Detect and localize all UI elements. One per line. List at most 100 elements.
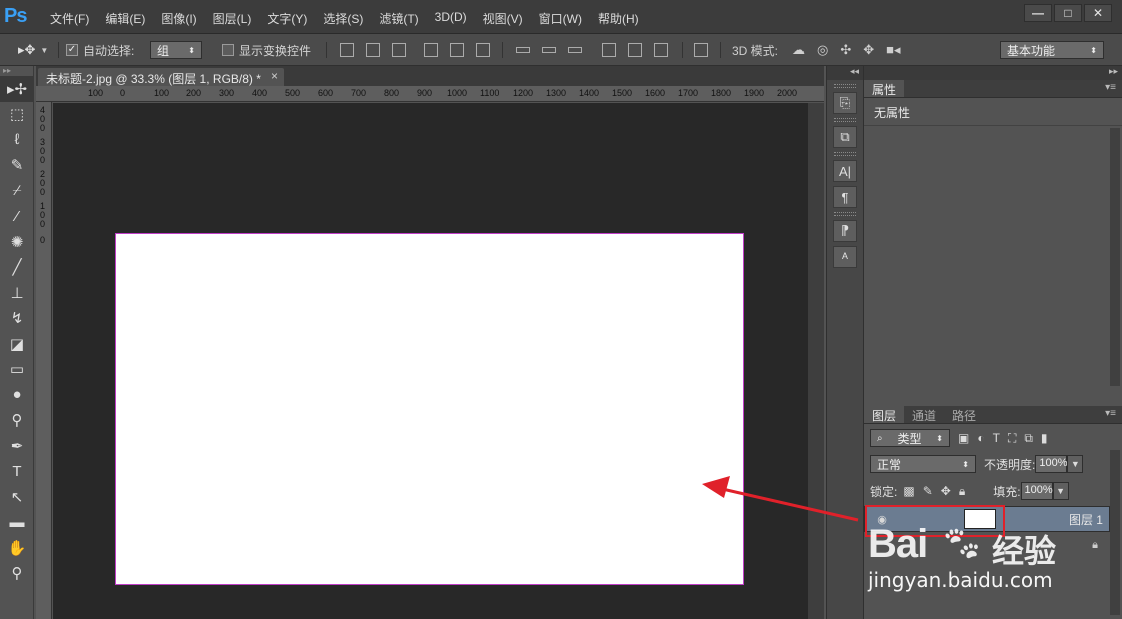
align-right-icon[interactable] [476,43,490,57]
history-brush-tool-icon[interactable]: ↯ [0,306,34,332]
filter-type-icon[interactable]: T [993,431,1000,445]
vertical-ruler[interactable]: 400 300 200 100 0 [36,102,52,619]
minimize-button[interactable]: — [1024,4,1052,22]
distribute-vcenter-icon[interactable] [542,47,556,53]
close-tab-icon[interactable]: × [271,69,278,83]
auto-align-icon[interactable] [694,43,708,57]
maximize-button[interactable]: □ [1054,4,1082,22]
distribute-left-icon[interactable] [602,43,616,57]
dock-grip[interactable] [834,118,856,122]
menu-layer[interactable]: 图层(L) [205,10,260,27]
distribute-hcenter-icon[interactable] [628,43,642,57]
distribute-bottom-icon[interactable] [568,47,582,53]
align-bottom-icon[interactable] [392,43,406,57]
menu-image[interactable]: 图像(I) [153,10,204,27]
panel-menu-icon[interactable]: ▾≡ [1105,408,1116,419]
align-left-icon[interactable] [424,43,438,57]
document-canvas[interactable] [115,233,744,585]
dock-grip[interactable] [834,212,856,216]
close-button[interactable]: ✕ [1084,4,1112,22]
eraser-tool-icon[interactable]: ◪ [0,331,34,357]
3d-scale-icon[interactable]: ■◂ [886,42,900,58]
menu-type[interactable]: 文字(Y) [259,10,315,27]
auto-select-checkbox[interactable]: ✓ 自动选择: [66,41,134,59]
auto-select-dropdown[interactable]: 组 ⬍ [150,41,202,59]
move-tool-preset[interactable]: ▸✥ ▼ [18,41,48,59]
eyedropper-tool-icon[interactable]: ⁄ [0,204,34,230]
lock-transparency-icon[interactable]: ▩ [903,484,914,498]
menu-3d[interactable]: 3D(D) [427,10,475,27]
type-tool-icon[interactable]: T [0,459,34,485]
paragraph-styles-icon[interactable]: ⁋ [833,220,857,242]
layer-name[interactable]: 图层 1 [1069,511,1103,528]
filter-pixel-icon[interactable]: ▣ [958,431,969,445]
marquee-tool-icon[interactable]: ⬚ [0,102,34,128]
filter-adjustment-icon[interactable]: ◐ [977,431,984,445]
lock-pixels-icon[interactable]: ✎ [923,484,933,498]
dock-grip[interactable] [834,152,856,156]
layer-row[interactable]: 🔒︎ [864,532,1110,558]
layers-scrollbar[interactable] [1110,450,1120,615]
properties-panel-icon[interactable]: ⧉ [833,126,857,148]
collapse-icon[interactable]: ◂◂ [827,66,863,80]
character-panel-icon[interactable]: A| [833,160,857,182]
layer-row[interactable]: ◉ 图层 1 [864,506,1110,532]
tab-paths[interactable]: 路径 [944,406,984,423]
3d-slide-icon[interactable]: ✥ [863,42,874,58]
visibility-eye-icon[interactable]: ◉ [871,513,893,526]
tab-properties[interactable]: 属性 [864,80,905,97]
workspace-dropdown[interactable]: 基本功能 ⬍ [1000,41,1104,59]
menu-filter[interactable]: 滤镜(T) [371,10,426,27]
collapse-icon[interactable]: ▸▸ [0,66,33,76]
canvas-scrollbar[interactable] [808,103,824,619]
lock-position-icon[interactable]: ✥ [941,484,951,498]
history-panel-icon[interactable]: ⎘ [833,92,857,114]
3d-rotate-icon[interactable]: ☁ [792,42,805,58]
panel-menu-icon[interactable]: ▾≡ [1105,82,1116,93]
shape-tool-icon[interactable]: ▬ [0,510,34,536]
align-hcenter-icon[interactable] [450,43,464,57]
quick-select-tool-icon[interactable]: ✎ [0,153,34,179]
move-tool-icon[interactable]: ▸✢ [0,76,34,102]
filter-toggle-icon[interactable]: ▮ [1041,431,1048,445]
healing-tool-icon[interactable]: ✺ [0,229,34,255]
layer-filter-dropdown[interactable]: ⌕ 类型 ⬍ [870,429,950,447]
menu-window[interactable]: 窗口(W) [531,10,590,27]
lock-all-icon[interactable]: 🔒︎ [959,484,965,499]
hand-tool-icon[interactable]: ✋ [0,535,34,561]
align-vcenter-icon[interactable] [366,43,380,57]
collapse-icon[interactable]: ▸▸ [864,66,1122,80]
document-tab[interactable]: 未标题-2.jpg @ 33.3% (图层 1, RGB/8) * × [38,68,284,86]
paragraph-panel-icon[interactable]: ¶ [833,186,857,208]
show-transform-checkbox[interactable]: 显示变换控件 [222,41,311,59]
zoom-tool-icon[interactable]: ⚲ [0,561,34,587]
stamp-tool-icon[interactable]: ⊥ [0,280,34,306]
align-top-icon[interactable] [340,43,354,57]
chevron-down-icon[interactable]: ▼ [1052,482,1069,500]
menu-help[interactable]: 帮助(H) [590,10,647,27]
gradient-tool-icon[interactable]: ▭ [0,357,34,383]
blur-tool-icon[interactable]: ● [0,382,34,408]
horizontal-ruler[interactable]: 100 0 100 200 300 400 500 600 700 800 90… [36,86,824,102]
character-styles-icon[interactable]: ᴬ [833,246,857,268]
menu-file[interactable]: 文件(F) [42,10,97,27]
chevron-down-icon[interactable]: ▼ [1067,455,1084,473]
3d-pan-icon[interactable]: ✣ [840,42,851,58]
distribute-top-icon[interactable] [516,47,530,53]
dodge-tool-icon[interactable]: ⚲ [0,408,34,434]
menu-select[interactable]: 选择(S) [315,10,371,27]
lasso-tool-icon[interactable]: ℓ [0,127,34,153]
properties-scrollbar[interactable] [1110,128,1120,386]
menu-view[interactable]: 视图(V) [475,10,531,27]
blend-mode-dropdown[interactable]: 正常 ⬍ [870,455,976,473]
distribute-right-icon[interactable] [654,43,668,57]
dock-grip[interactable] [834,84,856,88]
crop-tool-icon[interactable]: ⌿ [0,178,34,204]
tab-channels[interactable]: 通道 [904,406,944,423]
path-select-tool-icon[interactable]: ↖ [0,484,34,510]
tab-layers[interactable]: 图层 [864,406,905,423]
fill-input[interactable]: 100% [1020,482,1053,500]
menu-edit[interactable]: 编辑(E) [97,10,153,27]
3d-roll-icon[interactable]: ◎ [817,42,828,58]
brush-tool-icon[interactable]: ╱ [0,255,34,281]
